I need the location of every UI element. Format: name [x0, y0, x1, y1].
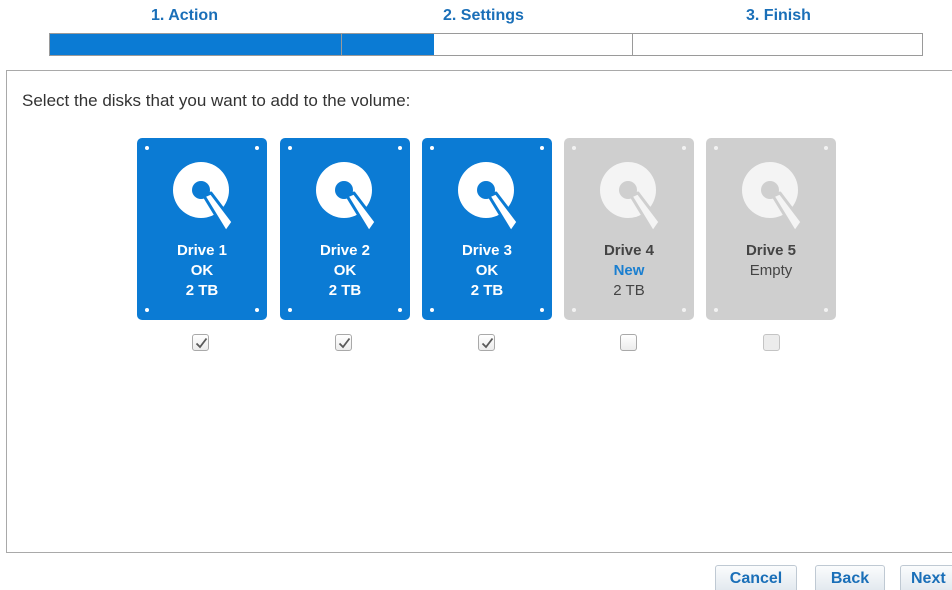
screw-dot [540, 146, 544, 150]
drive-status: OK [333, 262, 357, 279]
drive-5-checkbox [763, 334, 780, 351]
drive-1-checkbox[interactable] [192, 334, 209, 351]
screw-dot [398, 146, 402, 150]
checkmark-icon [481, 337, 494, 349]
wizard-progress-bar [49, 33, 923, 56]
drive-card-2[interactable]: Drive 2 OK 2 TB [280, 138, 410, 320]
drive-name: Drive 5 [745, 242, 797, 259]
screw-dot [540, 308, 544, 312]
screw-dot [714, 146, 718, 150]
drive-size: 2 TB [470, 282, 504, 299]
screw-dot [430, 146, 434, 150]
hard-disk-icon [316, 162, 378, 234]
screw-dot [430, 308, 434, 312]
drive-size: 2 TB [185, 282, 219, 299]
drive-info: Drive 5 Empty [706, 241, 836, 281]
drive-info: Drive 4 New 2 TB [564, 241, 694, 301]
screw-dot [145, 146, 149, 150]
screw-dot [255, 308, 259, 312]
next-button[interactable]: Next [900, 565, 952, 590]
drive-name: Drive 1 [176, 242, 228, 259]
drive-3-checkbox[interactable] [478, 334, 495, 351]
screw-dot [682, 146, 686, 150]
hard-disk-icon [458, 162, 520, 234]
drive-info: Drive 2 OK 2 TB [280, 241, 410, 301]
drive-info: Drive 3 OK 2 TB [422, 241, 552, 301]
screw-dot [714, 308, 718, 312]
drive-size: 2 TB [613, 282, 645, 299]
screw-dot [824, 146, 828, 150]
screw-dot [145, 308, 149, 312]
drive-status: Empty [749, 262, 793, 279]
back-button[interactable]: Back [815, 565, 885, 590]
screw-dot [398, 308, 402, 312]
screw-dot [824, 308, 828, 312]
hard-disk-icon [173, 162, 235, 234]
checkmark-icon [338, 337, 351, 349]
drive-4-checkbox[interactable] [620, 334, 637, 351]
drive-status: OK [475, 262, 499, 279]
hard-disk-icon [600, 162, 662, 234]
raid-wizard: 1. Action 2. Settings 3. Finish Select t… [0, 0, 952, 590]
drive-name: Drive 2 [319, 242, 371, 259]
drive-card-3[interactable]: Drive 3 OK 2 TB [422, 138, 552, 320]
drive-name: Drive 4 [603, 242, 655, 259]
screw-dot [288, 308, 292, 312]
drive-status: OK [190, 262, 214, 279]
drive-status: New [613, 262, 645, 279]
drive-2-checkbox[interactable] [335, 334, 352, 351]
drive-card-1[interactable]: Drive 1 OK 2 TB [137, 138, 267, 320]
step-finish-label: 3. Finish [746, 7, 811, 24]
instruction-text: Select the disks that you want to add to… [22, 91, 411, 110]
screw-dot [288, 146, 292, 150]
hard-disk-icon [742, 162, 804, 234]
screw-dot [572, 146, 576, 150]
screw-dot [255, 146, 259, 150]
screw-dot [572, 308, 576, 312]
progress-divider [341, 34, 342, 55]
step-action-label: 1. Action [151, 7, 218, 24]
screw-dot [682, 308, 686, 312]
step-settings-label: 2. Settings [443, 7, 524, 24]
drive-card-5: Drive 5 Empty [706, 138, 836, 320]
drive-info: Drive 1 OK 2 TB [137, 241, 267, 301]
drive-card-4[interactable]: Drive 4 New 2 TB [564, 138, 694, 320]
drive-name: Drive 3 [461, 242, 513, 259]
checkmark-icon [195, 337, 208, 349]
cancel-button[interactable]: Cancel [715, 565, 797, 590]
drive-size: 2 TB [328, 282, 362, 299]
progress-divider [632, 34, 633, 55]
progress-fill [50, 34, 434, 55]
